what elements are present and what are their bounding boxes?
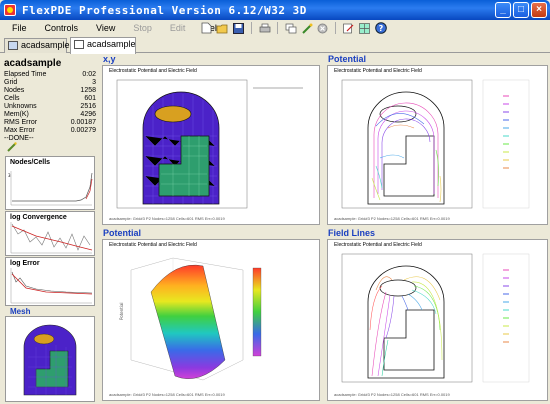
open-folder-icon[interactable]: [216, 22, 229, 35]
stop-icon[interactable]: [316, 22, 329, 35]
document-tabs: acadsample acadsample: [0, 37, 550, 54]
panel-title: Field Lines: [328, 228, 376, 238]
menu-stop[interactable]: Stop: [133, 23, 152, 33]
plot-frame: Electrostatic Potential and Electric Fie…: [102, 239, 320, 401]
status-sidebar: acadsample Elapsed Time 0:02 Grid 3 Nodes 1…: [0, 54, 97, 404]
plot-frame: Electrostatic Potential and Electric Fie…: [102, 65, 320, 225]
toolbar-separator: [335, 22, 336, 34]
plot-icon: [74, 40, 84, 49]
panel-field-lines[interactable]: Field Lines Electrostatic Potential and …: [325, 228, 550, 402]
pencil-icon[interactable]: [7, 142, 17, 155]
save-icon[interactable]: [232, 22, 245, 35]
tab-label: acadsample: [87, 39, 136, 49]
convergence-monitor[interactable]: log Convergence: [5, 211, 95, 256]
mesh-monitor[interactable]: [5, 316, 95, 402]
error-monitor[interactable]: log Error: [5, 257, 95, 306]
stat-row: Max Error 0.00279: [4, 127, 96, 134]
menu-edit[interactable]: Edit: [170, 23, 186, 33]
maximize-button[interactable]: □: [513, 2, 529, 18]
windows-icon[interactable]: [284, 22, 297, 35]
plot-frame: Electrostatic Potential and Electric Fie…: [327, 65, 548, 225]
contour-plot: [341, 79, 530, 209]
panel-xy[interactable]: x,y Electrostatic Potential and Electric…: [100, 54, 322, 226]
plot-footer: acadsample: Grid#3 P2 Nodes=1258 Cells=6…: [334, 392, 450, 397]
edit-icon[interactable]: [342, 22, 355, 35]
stat-row: Grid 3: [4, 79, 96, 86]
svg-text:?: ?: [378, 24, 383, 33]
toolbar-separator: [277, 22, 278, 34]
mesh-monitor-title: Mesh: [10, 307, 31, 316]
svg-text:Potential: Potential: [119, 302, 124, 320]
stat-row: RMS Error 0.00187: [4, 119, 96, 126]
minimize-button[interactable]: _: [495, 2, 511, 18]
toolbar: ?: [200, 20, 387, 36]
stat-row: Cells 601: [4, 95, 96, 102]
menu-file[interactable]: File: [12, 23, 27, 33]
panel-title: Potential: [328, 54, 367, 64]
window-title: FlexPDE Professional Version 6.12/W32 3D: [22, 3, 307, 17]
stat-row: Elapsed Time 0:02: [4, 71, 96, 78]
run-icon[interactable]: [300, 22, 313, 35]
problem-name: acadsample: [4, 58, 62, 69]
surface-plot: Potential: [119, 257, 262, 381]
new-file-icon[interactable]: [200, 22, 213, 35]
script-icon: [8, 41, 18, 50]
app-icon: [4, 4, 16, 16]
plot-area: x,y Electrostatic Potential and Electric…: [100, 54, 550, 404]
mesh-plot: [116, 79, 303, 209]
panel-title: Potential: [103, 228, 142, 238]
nodes-cells-monitor[interactable]: Nodes/Cells 3: [5, 156, 95, 210]
svg-text:3: 3: [8, 173, 11, 178]
convergence-plot: [10, 222, 93, 254]
plot-footer: acadsample: Grid#3 P2 Nodes=1258 Cells=6…: [109, 216, 225, 221]
tab-acadsample-script[interactable]: acadsample: [4, 38, 70, 53]
tab-acadsample-results[interactable]: acadsample: [70, 37, 136, 54]
tab-label: acadsample: [21, 40, 70, 50]
plot-footer: acadsample: Grid#3 P2 Nodes=1258 Cells=6…: [109, 392, 225, 397]
error-plot: [10, 268, 93, 304]
panel-potential-contour[interactable]: Potential Electrostatic Potential and El…: [325, 54, 550, 226]
stat-row: Nodes 1258: [4, 87, 96, 94]
run-status: --DONE--: [4, 135, 34, 142]
mesh-thumbnail: [23, 324, 77, 396]
close-button[interactable]: ×: [531, 2, 547, 18]
tile-icon[interactable]: [358, 22, 371, 35]
panel-potential-surface[interactable]: Potential Electrostatic Potential and El…: [100, 228, 322, 402]
field-lines-plot: [341, 253, 530, 383]
run-summary: acadsample Elapsed Time 0:02 Grid 3 Nodes 1…: [4, 58, 96, 143]
print-icon[interactable]: [258, 22, 271, 35]
stat-row: Mem(K) 4296: [4, 111, 96, 118]
menu-view[interactable]: View: [96, 23, 115, 33]
help-icon[interactable]: ?: [374, 22, 387, 35]
nodes-cells-plot: 3: [8, 171, 93, 206]
toolbar-separator: [251, 22, 252, 34]
panel-title: x,y: [103, 54, 116, 64]
plot-footer: acadsample: Grid#3 P2 Nodes=1258 Cells=6…: [334, 216, 450, 221]
menu-controls[interactable]: Controls: [45, 23, 79, 33]
plot-frame: Electrostatic Potential and Electric Fie…: [327, 239, 548, 401]
stat-row: Unknowns 2516: [4, 103, 96, 110]
title-bar: FlexPDE Professional Version 6.12/W32 3D…: [0, 0, 550, 20]
